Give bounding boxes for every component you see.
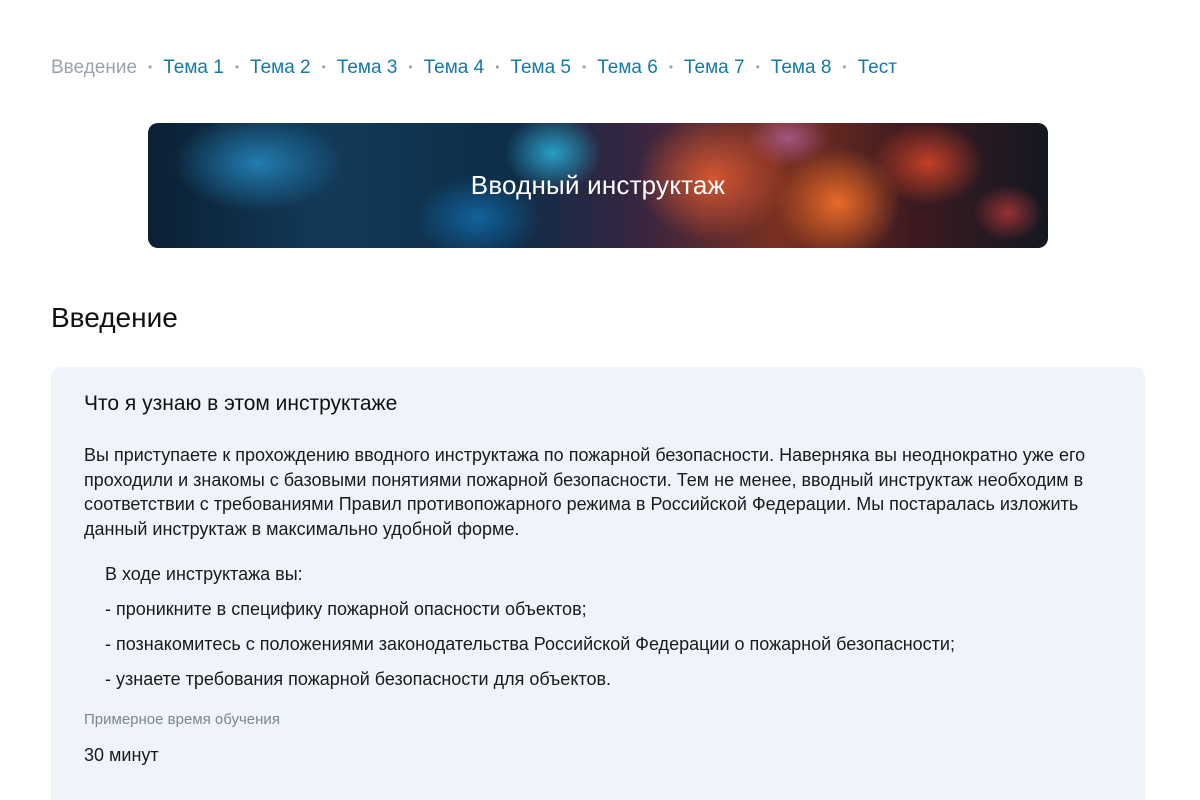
breadcrumb-item-topic-3[interactable]: Тема 3 [337,55,398,81]
breadcrumb-item-test[interactable]: Тест [858,55,897,81]
breadcrumb-separator: • [668,60,674,74]
learn-list: В ходе инструктажа вы: - проникните в сп… [84,562,1112,691]
duration-label: Примерное время обучения [84,711,280,728]
breadcrumb-separator: • [234,60,240,74]
learn-heading: В ходе инструктажа вы: [105,564,303,584]
breadcrumb-separator: • [582,60,587,74]
course-banner: Вводный инструктаж [148,123,1048,248]
breadcrumb-item-topic-5[interactable]: Тема 5 [510,55,571,81]
learn-item: - проникните в специфику пожарной опасно… [105,599,587,619]
learn-item: - узнаете требования пожарной безопаснос… [105,669,612,689]
breadcrumb-item-topic-4[interactable]: Тема 4 [424,55,485,81]
breadcrumb-separator: • [408,60,413,74]
breadcrumb-separator: • [321,60,326,74]
breadcrumb-item-topic-1[interactable]: Тема 1 [163,55,224,81]
intro-paragraph: Вы приступаете к прохождению вводного ин… [84,445,1086,539]
breadcrumb-separator: • [755,60,760,74]
breadcrumb-item-topic-6[interactable]: Тема 6 [597,55,658,81]
learn-item: - познакомитесь с положениями законодате… [105,634,955,654]
card-title: Что я узнаю в этом инструктаже [84,392,398,415]
duration-value: 30 минут [84,745,159,765]
section-title: Введение [51,302,178,333]
intro-card: Что я узнаю в этом инструктаже Вы присту… [51,367,1145,800]
breadcrumb-item-intro: Введение [51,57,138,78]
breadcrumb-separator: • [842,60,847,74]
banner-title: Вводный инструктаж [470,170,726,200]
breadcrumb-separator: • [495,60,500,74]
breadcrumb-item-topic-2[interactable]: Тема 2 [250,55,311,81]
breadcrumb-item-topic-8[interactable]: Тема 8 [771,55,832,81]
breadcrumb-item-topic-7[interactable]: Тема 7 [684,55,745,81]
breadcrumb: Введение • Тема 1 • Тема 2 • Тема 3 • Те… [51,55,897,81]
breadcrumb-separator: • [148,60,153,74]
